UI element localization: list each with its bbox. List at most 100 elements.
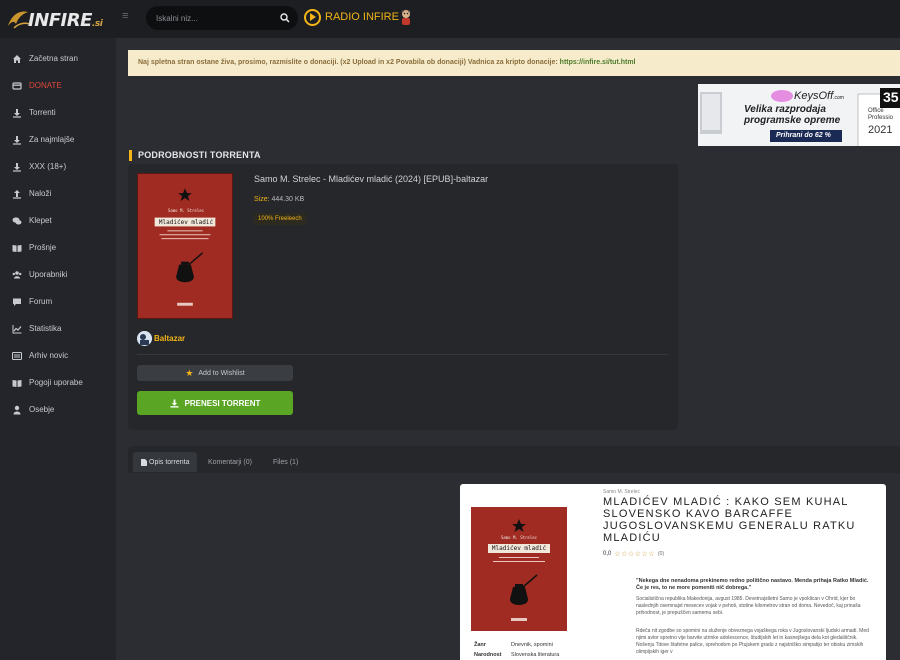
sidebar: Začetna stran DONATE Torrenti Za najmlaj… [0,38,116,660]
sidebar-item-chat[interactable]: Klepet [0,207,116,234]
book-author: Samo M. Strelec [603,489,640,495]
notice-link[interactable]: https://infire.si/tut.html [560,59,636,66]
sidebar-item-label: Prošnje [29,243,57,252]
sidebar-item-terms[interactable]: Pogoji uporabe [0,369,116,396]
meta-key: Narodnost [474,652,502,658]
sidebar-item-donate[interactable]: DONATE [0,72,116,99]
users-icon [12,270,22,278]
ad-line2: programske opreme [744,115,841,126]
search-bar[interactable] [146,6,298,30]
tab-files[interactable]: Files (1) [273,452,298,472]
sidebar-item-label: Naloži [29,189,52,198]
sidebar-item-label: XXX (18+) [29,162,67,171]
radio-label: RADIO INFIRE [325,11,399,23]
sidebar-item-home[interactable]: Začetna stran [0,45,116,72]
download-icon [170,398,179,408]
file-icon [141,458,147,466]
forum-icon [13,298,21,306]
rating-count: (0) [658,551,665,557]
download-icon [13,162,21,172]
book-icon [12,244,22,252]
size-value: 444.30 KB [271,196,305,203]
archive-icon [12,351,22,360]
meta-key: Žanr [474,642,486,648]
sidebar-item-staff[interactable]: Osebje [0,396,116,423]
ad-banner[interactable]: KeysOff.com Velika razprodaja programske… [698,84,900,146]
sidebar-item-label: Osebje [29,405,55,414]
play-icon [304,8,321,26]
sidebar-item-users[interactable]: Uporabniki [0,261,116,288]
uploader[interactable]: Baltazar [137,331,185,346]
tab-label: Komentarji (0) [208,458,252,466]
search-icon[interactable] [280,13,290,23]
site-logo[interactable]: INFIRE.si [6,6,106,32]
sidebar-item-forum[interactable]: Forum [0,288,116,315]
freeleech-badge: 100% Freeleech [254,213,306,225]
book-paragraph: Rdeča nit zgodbe so spomini na služenje … [636,628,869,655]
cover-art-icon [471,507,567,631]
top-bar: INFIRE.si ≡ RADIO INFIRE [0,0,900,38]
torrent-size: Size: 444.30 KB [254,196,304,203]
ad-badge: 35 [883,89,899,105]
tab-label: Files (1) [273,458,299,466]
star-icon: ★ [185,367,194,378]
mascot-icon[interactable] [398,9,414,27]
sidebar-item-torrents[interactable]: Torrenti [0,99,116,126]
wishlist-label: Add to Wishlist [198,369,245,377]
rating-stars-icon[interactable]: ☆☆☆☆☆☆ [614,550,655,558]
search-input[interactable] [156,11,274,25]
tab-comments[interactable]: Komentarji (0) [208,452,252,472]
sidebar-item-label: Statistika [29,324,62,333]
avatar-icon [137,331,152,346]
sidebar-item-label: Arhiv novic [29,351,69,360]
sidebar-item-label: Torrenti [29,108,56,117]
size-label: Size: [254,196,270,203]
download-icon [13,108,21,118]
divider [137,354,668,355]
user-icon [13,405,21,414]
sidebar-item-label: Začetna stran [29,54,78,63]
book-cover[interactable]: Samo M. Strelec Mladićev mladić [137,173,233,319]
chat-icon [12,216,22,224]
download-torrent-button[interactable]: PRENESI TORRENT [137,391,293,415]
cover-author: Samo M. Strelec [500,535,538,540]
avatar [137,331,152,346]
sidebar-item-requests[interactable]: Prošnje [0,234,116,261]
cover-art-icon [138,174,232,318]
meta-value: Dnevnik, spomini [511,642,553,648]
sidebar-item-kids[interactable]: Za najmlajše [0,126,116,153]
download-icon [13,135,21,145]
book-paragraph: Socialistična republika Makedonija, avgu… [636,596,861,616]
radio-link[interactable]: RADIO INFIRE [304,6,399,28]
cover-author: Samo M. Strelec [167,208,205,213]
ad-side-text: Office Professio [868,108,894,121]
sidebar-item-xxx[interactable]: XXX (18+) [0,153,116,180]
sidebar-item-statistics[interactable]: Statistika [0,315,116,342]
sidebar-item-label: Za najmlajše [29,135,75,144]
sidebar-item-news-archive[interactable]: Arhiv novic [0,342,116,369]
sidebar-item-upload[interactable]: Naloži [0,180,116,207]
hamburger-menu-icon[interactable]: ≡ [122,11,131,22]
book-meta-row: Narodnost Slovenska literatura [474,652,559,658]
book-meta-row: Žanr Dnevnik, spomini [474,642,553,648]
meta-value: Slovenska literatura [511,652,560,658]
sidebar-item-label: Klepet [29,216,52,225]
tab-description[interactable]: Opis torrenta [133,452,198,472]
torrent-title: Samo M. Strelec - Mladićev mladić (2024)… [254,174,489,184]
sidebar-item-label: DONATE [29,81,62,90]
tab-label: Opis torrenta [149,458,190,466]
home-icon [13,54,21,63]
uploader-name[interactable]: Baltazar [154,334,185,343]
logo-text: INFIRE.si [28,10,103,31]
add-to-wishlist-button[interactable]: ★ Add to Wishlist [137,365,293,381]
book-cover-large: Samo M. Strelec Mladićev mladić [471,507,567,631]
download-label: PRENESI TORRENT [184,398,261,408]
donation-notice: Naj spletna stran ostane živa, prosimo, … [128,50,900,76]
ad-cta: Prihrani do 62 % [776,132,831,139]
book-title: MLADIĆEV MLADIĆ : KAKO SEM KUHAL SLOVENS… [603,496,856,544]
book-icon [12,379,22,387]
ad-side-year: 2021 [868,124,893,136]
cover-title: Mladićev mladić [491,545,547,552]
ad-line1: Velika razprodaja [744,104,826,115]
chart-icon [12,324,22,333]
